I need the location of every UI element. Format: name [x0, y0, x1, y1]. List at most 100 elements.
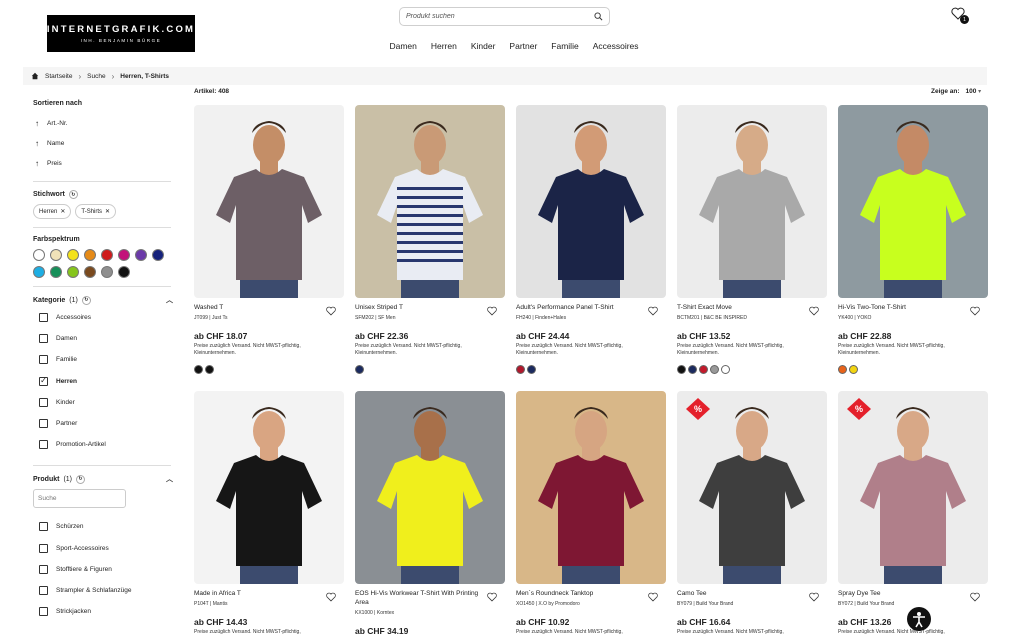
category-item[interactable]: Kinder	[33, 392, 173, 413]
search-box[interactable]	[399, 7, 610, 26]
breadcrumb-home[interactable]: Startseite	[45, 73, 72, 80]
checkbox[interactable]	[39, 334, 48, 344]
heart-icon[interactable]	[809, 306, 819, 316]
product-name[interactable]: Washed T	[194, 304, 326, 313]
chevron-up-icon[interactable]: ︿	[166, 474, 173, 484]
checkbox[interactable]	[39, 397, 48, 407]
color-option[interactable]	[677, 365, 686, 375]
product-card[interactable]: T-Shirt Exact Move BCTM201 | B&C BE INSPI…	[677, 105, 827, 375]
color-option[interactable]	[721, 365, 730, 375]
color-swatch[interactable]	[84, 249, 96, 261]
product-name[interactable]: Unisex Striped T	[355, 304, 487, 313]
product-type-item[interactable]: Stofftiere & Figuren	[33, 559, 173, 580]
product-name[interactable]: Camo Tee	[677, 590, 809, 599]
wishlist-button[interactable]: 1	[951, 7, 969, 25]
product-image[interactable]	[516, 105, 666, 298]
color-swatch[interactable]	[33, 249, 45, 261]
color-option[interactable]	[699, 365, 708, 375]
heart-icon[interactable]	[326, 306, 336, 316]
product-name[interactable]: Made in Africa T	[194, 590, 326, 599]
color-option[interactable]	[205, 365, 214, 375]
keyword-chip-herren[interactable]: Herren ✕	[33, 204, 72, 219]
heart-icon[interactable]	[809, 592, 819, 602]
category-item[interactable]: ✓ Herren	[33, 371, 173, 392]
product-type-item[interactable]: Sport-Accessoires	[33, 538, 173, 559]
checkbox[interactable]	[39, 419, 48, 429]
product-image[interactable]	[355, 391, 505, 584]
accessibility-button[interactable]	[907, 607, 931, 631]
checkbox[interactable]	[39, 440, 48, 450]
nav-item-familie[interactable]: Familie	[551, 41, 578, 51]
color-swatch[interactable]	[118, 249, 130, 261]
product-image[interactable]	[677, 105, 827, 298]
page-size-select[interactable]: 100	[966, 88, 977, 95]
product-card[interactable]: % Spray Dye Tee BY072 | Build Your Brand ab…	[838, 391, 988, 635]
home-icon[interactable]	[31, 72, 39, 80]
product-card[interactable]: Washed T JT099 | Just Ts ab CHF 18.07 Preis…	[194, 105, 344, 375]
nav-item-damen[interactable]: Damen	[389, 41, 416, 51]
product-name[interactable]: EOS Hi-Vis Workwear T-Shirt With Printin…	[355, 590, 487, 608]
product-card[interactable]: Unisex Striped T SFM202 | SF Men ab CHF 22…	[355, 105, 505, 375]
color-swatch[interactable]	[135, 249, 147, 261]
color-swatch[interactable]	[84, 266, 96, 278]
sort-by-artnr[interactable]: ↑ Art.-Nr.	[33, 113, 173, 133]
product-name[interactable]: Hi-Vis Two-Tone T-Shirt	[838, 304, 970, 313]
product-type-item[interactable]: Strickjacken	[33, 601, 173, 622]
color-option[interactable]	[527, 365, 536, 375]
close-icon[interactable]: ✕	[105, 208, 110, 215]
color-option[interactable]	[710, 365, 719, 375]
sort-by-price[interactable]: ↑ Preis	[33, 153, 173, 173]
breadcrumb-search[interactable]: Suche	[87, 73, 105, 80]
product-image[interactable]: %	[838, 391, 988, 584]
checkbox[interactable]	[39, 313, 48, 323]
product-type-item[interactable]: Schürzen	[33, 516, 173, 537]
heart-icon[interactable]	[487, 592, 497, 602]
category-item[interactable]: Familie	[33, 349, 173, 370]
color-swatch[interactable]	[67, 266, 79, 278]
category-item[interactable]: Partner	[33, 413, 173, 434]
product-name[interactable]: Men´s Roundneck Tanktop	[516, 590, 648, 599]
color-option[interactable]	[688, 365, 697, 375]
reset-icon[interactable]: ↻	[68, 190, 78, 199]
chevron-up-icon[interactable]: ︿	[166, 295, 173, 305]
heart-icon[interactable]	[648, 306, 658, 316]
color-swatch[interactable]	[50, 266, 62, 278]
checkbox[interactable]	[39, 564, 48, 574]
color-swatch[interactable]	[101, 266, 113, 278]
color-swatch[interactable]	[67, 249, 79, 261]
color-swatch[interactable]	[33, 266, 45, 278]
checkbox[interactable]: ✓	[39, 376, 48, 386]
heart-icon[interactable]	[648, 592, 658, 602]
product-type-item[interactable]: Strampler & Schlafanzüge	[33, 580, 173, 601]
search-icon[interactable]	[594, 12, 603, 21]
category-item[interactable]: Promotion-Artikel	[33, 434, 173, 455]
nav-item-herren[interactable]: Herren	[431, 41, 457, 51]
color-option[interactable]	[849, 365, 858, 375]
product-image[interactable]: %	[677, 391, 827, 584]
product-search-input[interactable]	[33, 489, 126, 509]
checkbox[interactable]	[39, 522, 48, 532]
heart-icon[interactable]	[970, 592, 980, 602]
reset-icon[interactable]: ↻	[81, 295, 91, 305]
color-swatch[interactable]	[118, 266, 130, 278]
nav-item-accessoires[interactable]: Accessoires	[593, 41, 639, 51]
nav-item-kinder[interactable]: Kinder	[471, 41, 496, 51]
product-image[interactable]	[838, 105, 988, 298]
keyword-chip-tshirts[interactable]: T-Shirts ✕	[75, 204, 117, 219]
product-name[interactable]: Spray Dye Tee	[838, 590, 970, 599]
heart-icon[interactable]	[970, 306, 980, 316]
sort-by-name[interactable]: ↑ Name	[33, 133, 173, 153]
checkbox[interactable]	[39, 585, 48, 595]
product-card[interactable]: EOS Hi-Vis Workwear T-Shirt With Printin…	[355, 391, 505, 635]
close-icon[interactable]: ✕	[60, 208, 65, 215]
color-option[interactable]	[838, 365, 847, 375]
reset-icon[interactable]: ↻	[76, 474, 86, 484]
color-swatch[interactable]	[152, 249, 164, 261]
checkbox[interactable]	[39, 355, 48, 365]
color-swatch[interactable]	[50, 249, 62, 261]
page-size-control[interactable]: Zeige an: 100 ▾	[931, 88, 981, 95]
product-card[interactable]: % Camo Tee BY079 | Build Your Brand ab CHF …	[677, 391, 827, 635]
product-card[interactable]: Made in Africa T P104T | Mantis ab CHF 14.…	[194, 391, 344, 635]
product-image[interactable]	[194, 391, 344, 584]
product-image[interactable]	[355, 105, 505, 298]
